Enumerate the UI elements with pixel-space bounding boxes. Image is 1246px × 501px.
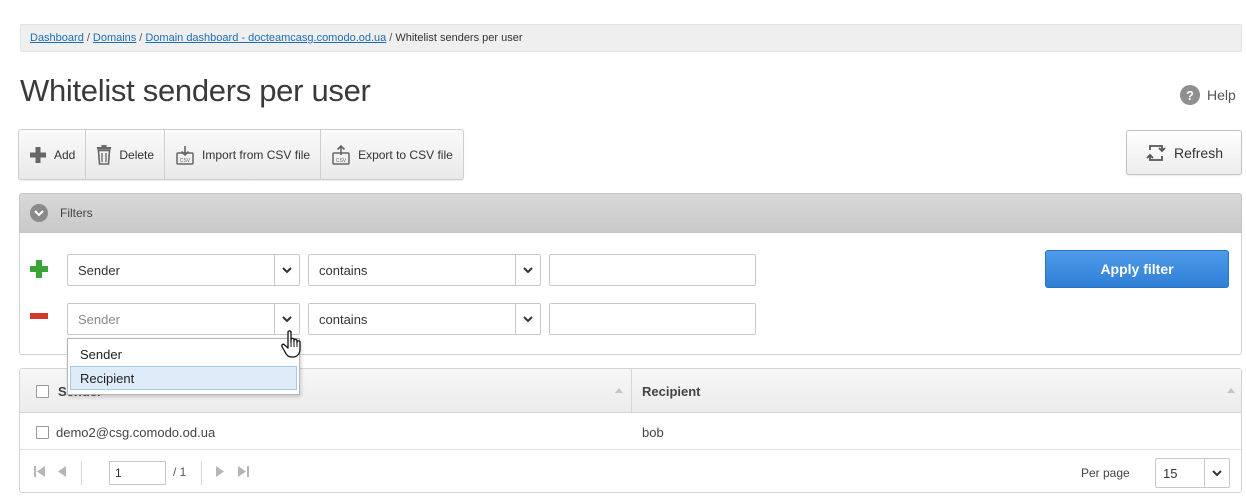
filter-operator-value: contains: [319, 311, 368, 327]
filters-toggle[interactable]: Filters: [19, 193, 1242, 233]
refresh-icon: [1146, 144, 1166, 161]
filter-value-input[interactable]: [549, 254, 756, 286]
svg-text:CSV: CSV: [336, 158, 347, 164]
remove-filter-icon[interactable]: [30, 313, 48, 319]
filter-field-select[interactable]: Sender: [67, 303, 300, 335]
recipient-cell: bob: [642, 414, 664, 450]
export-csv-button[interactable]: CSV Export to CSV file: [321, 130, 463, 179]
table-row[interactable]: demo2@csg.comodo.od.ua bob: [20, 414, 1241, 450]
import-csv-icon: CSV: [176, 145, 194, 165]
breadcrumb-separator: /: [86, 32, 90, 44]
add-button[interactable]: Add: [19, 130, 87, 179]
chevron-down-icon: [515, 304, 540, 334]
column-divider: [631, 369, 632, 413]
recipient-value: bob: [642, 424, 664, 440]
trash-icon: [97, 144, 112, 165]
sort-icon[interactable]: [1227, 388, 1235, 393]
first-page-icon[interactable]: [34, 466, 46, 477]
filter-operator-select[interactable]: contains: [308, 303, 541, 335]
help-link[interactable]: ? Help: [1180, 85, 1236, 105]
pager-divider: [201, 461, 202, 485]
refresh-button[interactable]: Refresh: [1126, 130, 1242, 175]
chevron-down-icon: [30, 204, 48, 222]
filter-field-dropdown: Sender Recipient: [67, 338, 300, 395]
breadcrumb-domains[interactable]: Domains: [93, 32, 136, 44]
chevron-down-icon: [274, 255, 299, 285]
chevron-down-icon: [1204, 459, 1229, 487]
per-page-label: Per page: [1081, 466, 1130, 480]
sort-icon[interactable]: [615, 388, 623, 393]
apply-filter-button[interactable]: Apply filter: [1045, 250, 1229, 288]
filter-field-value: Sender: [78, 262, 120, 278]
hand-cursor-icon: [281, 330, 301, 358]
dropdown-option-sender[interactable]: Sender: [68, 342, 299, 366]
filters-title: Filters: [60, 206, 93, 220]
filter-operator-value: contains: [319, 262, 368, 278]
help-label: Help: [1207, 87, 1236, 103]
page-total: / 1: [173, 465, 187, 479]
dropdown-option-recipient[interactable]: Recipient: [70, 366, 297, 390]
column-header-recipient[interactable]: Recipient: [642, 369, 1192, 413]
previous-page-icon[interactable]: [57, 466, 67, 477]
pagination: 1 / 1 Per page 15: [20, 451, 1241, 493]
breadcrumb-current: Whitelist senders per user: [395, 32, 523, 44]
chevron-down-icon: [515, 255, 540, 285]
delete-button[interactable]: Delete: [86, 130, 166, 179]
page-title: Whitelist senders per user: [20, 73, 371, 108]
help-icon: ?: [1180, 85, 1200, 105]
sender-value: demo2@csg.comodo.od.ua: [56, 424, 216, 440]
sender-cell: demo2@csg.comodo.od.ua: [36, 414, 215, 450]
export-csv-icon: CSV: [332, 144, 350, 165]
import-csv-label: Import from CSV file: [202, 147, 311, 162]
filter-field-value: Sender: [78, 311, 120, 327]
breadcrumb-domain-dashboard[interactable]: Domain dashboard - docteamcasg.comodo.od…: [145, 32, 386, 44]
row-checkbox[interactable]: [36, 425, 49, 439]
select-all-checkbox[interactable]: [36, 384, 49, 398]
filter-field-select[interactable]: Sender: [67, 254, 300, 286]
per-page-value: 15: [1163, 465, 1178, 481]
breadcrumb-separator: /: [389, 32, 393, 44]
column-header-label: Recipient: [642, 383, 701, 399]
export-csv-label: Export to CSV file: [358, 147, 453, 162]
last-page-icon[interactable]: [237, 466, 249, 477]
pager-divider: [81, 461, 82, 485]
toolbar: Add Delete CSV Import from CSV file CSV …: [18, 129, 464, 180]
add-label: Add: [54, 147, 76, 162]
add-filter-icon[interactable]: [30, 260, 48, 278]
per-page-select[interactable]: 15: [1155, 458, 1230, 488]
import-csv-button[interactable]: CSV Import from CSV file: [165, 130, 322, 179]
page-number-input[interactable]: 1: [109, 461, 166, 485]
plus-icon: [30, 146, 46, 163]
refresh-label: Refresh: [1173, 144, 1224, 161]
filter-value-input[interactable]: [549, 303, 756, 335]
next-page-icon[interactable]: [215, 466, 225, 477]
filter-operator-select[interactable]: contains: [308, 254, 541, 286]
breadcrumb-dashboard[interactable]: Dashboard: [30, 32, 84, 44]
breadcrumb: Dashboard / Domains / Domain dashboard -…: [20, 24, 1242, 52]
breadcrumb-separator: /: [139, 32, 143, 44]
svg-text:CSV: CSV: [180, 158, 191, 164]
delete-label: Delete: [119, 147, 155, 162]
